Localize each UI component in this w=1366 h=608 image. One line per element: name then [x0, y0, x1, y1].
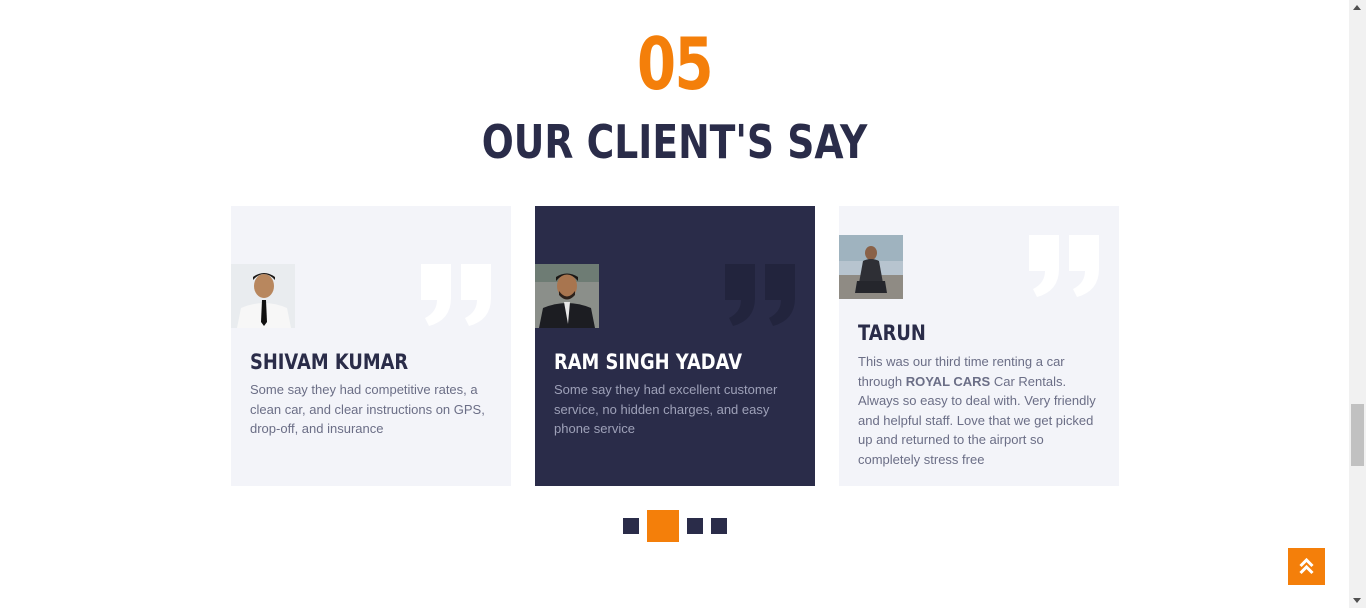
carousel-dot-active[interactable] — [647, 510, 679, 542]
scroll-down-arrow-icon[interactable] — [1353, 598, 1361, 603]
avatar — [535, 264, 599, 328]
double-chevron-up-icon — [1299, 557, 1314, 575]
quote-icon — [421, 264, 493, 328]
testimonial-text: Some say they had excellent customer ser… — [554, 382, 778, 436]
section-number: 05 — [636, 22, 714, 106]
quote-icon — [725, 264, 797, 328]
section-title: OUR CLIENT'S SAY — [481, 115, 868, 169]
carousel-dot[interactable] — [623, 518, 639, 534]
scrollbar-thumb[interactable] — [1351, 404, 1364, 466]
quote-icon — [1029, 235, 1101, 299]
brand-name: ROYAL CARS — [905, 373, 991, 389]
client-name: SHIVAM KUMAR — [250, 350, 409, 374]
carousel-dot[interactable] — [687, 518, 703, 534]
scroll-up-arrow-icon[interactable] — [1353, 5, 1361, 10]
testimonial-card: TARUN This was our third time renting a … — [839, 206, 1119, 486]
client-name: RAM SINGH YADAV — [554, 350, 743, 374]
carousel-dot[interactable] — [711, 518, 727, 534]
testimonial-card: RAM SINGH YADAV Some say they had excell… — [535, 206, 815, 486]
testimonial-text: This was our third time renting a car th… — [858, 352, 1103, 469]
avatar — [231, 264, 295, 328]
testimonial-text: Some say they had competitive rates, a c… — [250, 382, 485, 436]
avatar — [839, 235, 903, 299]
back-to-top-button[interactable] — [1288, 548, 1325, 585]
testimonial-card: SHIVAM KUMAR Some say they had competiti… — [231, 206, 511, 486]
client-name: TARUN — [858, 321, 926, 345]
page-scrollbar[interactable] — [1349, 0, 1366, 608]
